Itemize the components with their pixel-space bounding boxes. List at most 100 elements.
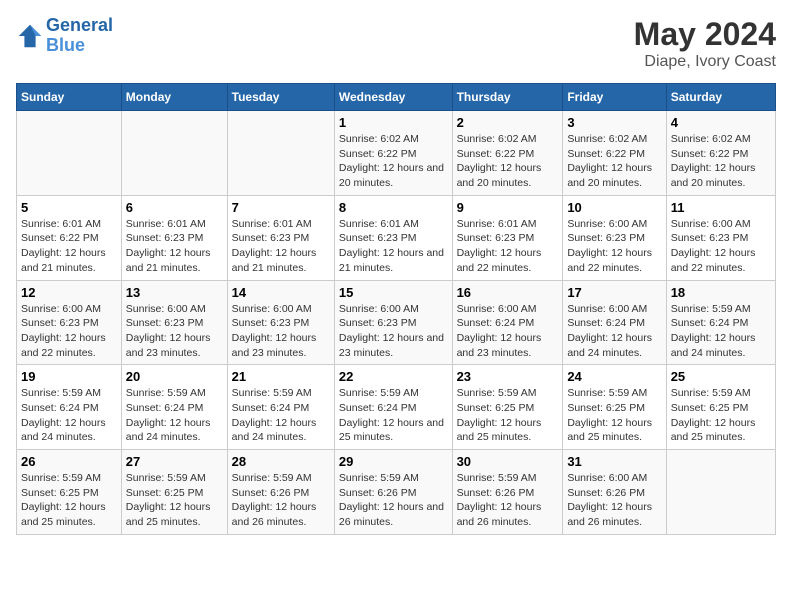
calendar-cell: 16 Sunrise: 6:00 AM Sunset: 6:24 PM Dayl… (452, 280, 563, 365)
day-info: Sunrise: 6:00 AM Sunset: 6:23 PM Dayligh… (339, 302, 448, 361)
calendar-cell: 29 Sunrise: 5:59 AM Sunset: 6:26 PM Dayl… (334, 450, 452, 535)
day-number: 9 (457, 200, 559, 215)
day-number: 15 (339, 285, 448, 300)
sunrise-text: Sunrise: 6:02 AM (567, 133, 647, 145)
sunset-text: Sunset: 6:26 PM (232, 487, 310, 499)
calendar-cell: 5 Sunrise: 6:01 AM Sunset: 6:22 PM Dayli… (17, 195, 122, 280)
sunrise-text: Sunrise: 5:59 AM (339, 472, 419, 484)
calendar-cell: 8 Sunrise: 6:01 AM Sunset: 6:23 PM Dayli… (334, 195, 452, 280)
title-block: May 2024 Diape, Ivory Coast (634, 16, 776, 71)
sunrise-text: Sunrise: 6:01 AM (232, 218, 312, 230)
sunrise-text: Sunrise: 6:02 AM (671, 133, 751, 145)
day-number: 10 (567, 200, 661, 215)
sunrise-text: Sunrise: 6:00 AM (126, 303, 206, 315)
day-number: 14 (232, 285, 330, 300)
sunset-text: Sunset: 6:24 PM (567, 317, 645, 329)
col-monday: Monday (121, 84, 227, 111)
sunrise-text: Sunrise: 5:59 AM (457, 387, 537, 399)
calendar-cell: 23 Sunrise: 5:59 AM Sunset: 6:25 PM Dayl… (452, 365, 563, 450)
sunset-text: Sunset: 6:24 PM (21, 402, 99, 414)
daylight-text: Daylight: 12 hours and 21 minutes. (339, 247, 444, 274)
sunset-text: Sunset: 6:23 PM (567, 232, 645, 244)
logo-text: General Blue (46, 16, 113, 56)
sunset-text: Sunset: 6:22 PM (567, 148, 645, 160)
daylight-text: Daylight: 12 hours and 20 minutes. (567, 162, 652, 189)
day-info: Sunrise: 6:01 AM Sunset: 6:22 PM Dayligh… (21, 217, 117, 276)
daylight-text: Daylight: 12 hours and 23 minutes. (232, 332, 317, 359)
calendar-body: 1 Sunrise: 6:02 AM Sunset: 6:22 PM Dayli… (17, 111, 776, 535)
day-number: 5 (21, 200, 117, 215)
daylight-text: Daylight: 12 hours and 20 minutes. (339, 162, 444, 189)
sunrise-text: Sunrise: 6:02 AM (339, 133, 419, 145)
calendar-cell: 25 Sunrise: 5:59 AM Sunset: 6:25 PM Dayl… (666, 365, 775, 450)
day-info: Sunrise: 6:01 AM Sunset: 6:23 PM Dayligh… (457, 217, 559, 276)
day-info: Sunrise: 6:01 AM Sunset: 6:23 PM Dayligh… (339, 217, 448, 276)
sunset-text: Sunset: 6:23 PM (232, 317, 310, 329)
sunset-text: Sunset: 6:24 PM (232, 402, 310, 414)
col-tuesday: Tuesday (227, 84, 334, 111)
day-info: Sunrise: 6:00 AM Sunset: 6:26 PM Dayligh… (567, 471, 661, 530)
sunset-text: Sunset: 6:25 PM (567, 402, 645, 414)
day-number: 16 (457, 285, 559, 300)
sunset-text: Sunset: 6:26 PM (457, 487, 535, 499)
calendar-week-row: 5 Sunrise: 6:01 AM Sunset: 6:22 PM Dayli… (17, 195, 776, 280)
day-info: Sunrise: 5:59 AM Sunset: 6:25 PM Dayligh… (21, 471, 117, 530)
day-info: Sunrise: 5:59 AM Sunset: 6:24 PM Dayligh… (671, 302, 771, 361)
day-info: Sunrise: 6:00 AM Sunset: 6:24 PM Dayligh… (567, 302, 661, 361)
sunrise-text: Sunrise: 6:00 AM (567, 218, 647, 230)
day-number: 8 (339, 200, 448, 215)
daylight-text: Daylight: 12 hours and 21 minutes. (126, 247, 211, 274)
sunset-text: Sunset: 6:22 PM (457, 148, 535, 160)
calendar-cell: 14 Sunrise: 6:00 AM Sunset: 6:23 PM Dayl… (227, 280, 334, 365)
day-info: Sunrise: 5:59 AM Sunset: 6:24 PM Dayligh… (232, 386, 330, 445)
sunset-text: Sunset: 6:24 PM (457, 317, 535, 329)
daylight-text: Daylight: 12 hours and 25 minutes. (126, 501, 211, 528)
calendar-cell: 21 Sunrise: 5:59 AM Sunset: 6:24 PM Dayl… (227, 365, 334, 450)
sunset-text: Sunset: 6:24 PM (671, 317, 749, 329)
sunrise-text: Sunrise: 5:59 AM (21, 472, 101, 484)
sunset-text: Sunset: 6:23 PM (339, 317, 417, 329)
sunrise-text: Sunrise: 6:00 AM (21, 303, 101, 315)
calendar-cell (121, 111, 227, 196)
calendar-week-row: 19 Sunrise: 5:59 AM Sunset: 6:24 PM Dayl… (17, 365, 776, 450)
day-number: 17 (567, 285, 661, 300)
sunset-text: Sunset: 6:23 PM (126, 317, 204, 329)
calendar-cell: 18 Sunrise: 5:59 AM Sunset: 6:24 PM Dayl… (666, 280, 775, 365)
day-number: 22 (339, 369, 448, 384)
day-number: 19 (21, 369, 117, 384)
col-sunday: Sunday (17, 84, 122, 111)
sunset-text: Sunset: 6:23 PM (339, 232, 417, 244)
day-info: Sunrise: 5:59 AM Sunset: 6:26 PM Dayligh… (339, 471, 448, 530)
day-number: 28 (232, 454, 330, 469)
calendar-cell: 2 Sunrise: 6:02 AM Sunset: 6:22 PM Dayli… (452, 111, 563, 196)
sunset-text: Sunset: 6:25 PM (21, 487, 99, 499)
day-info: Sunrise: 5:59 AM Sunset: 6:26 PM Dayligh… (232, 471, 330, 530)
calendar-cell: 24 Sunrise: 5:59 AM Sunset: 6:25 PM Dayl… (563, 365, 666, 450)
calendar-cell: 9 Sunrise: 6:01 AM Sunset: 6:23 PM Dayli… (452, 195, 563, 280)
day-number: 24 (567, 369, 661, 384)
daylight-text: Daylight: 12 hours and 26 minutes. (457, 501, 542, 528)
daylight-text: Daylight: 12 hours and 26 minutes. (232, 501, 317, 528)
daylight-text: Daylight: 12 hours and 21 minutes. (232, 247, 317, 274)
daylight-text: Daylight: 12 hours and 26 minutes. (339, 501, 444, 528)
calendar-week-row: 12 Sunrise: 6:00 AM Sunset: 6:23 PM Dayl… (17, 280, 776, 365)
daylight-text: Daylight: 12 hours and 25 minutes. (457, 417, 542, 444)
daylight-text: Daylight: 12 hours and 24 minutes. (126, 417, 211, 444)
logo: General Blue (16, 16, 113, 56)
calendar-cell (17, 111, 122, 196)
sunrise-text: Sunrise: 5:59 AM (671, 387, 751, 399)
day-info: Sunrise: 5:59 AM Sunset: 6:25 PM Dayligh… (126, 471, 223, 530)
calendar-cell: 30 Sunrise: 5:59 AM Sunset: 6:26 PM Dayl… (452, 450, 563, 535)
day-info: Sunrise: 6:02 AM Sunset: 6:22 PM Dayligh… (671, 132, 771, 191)
sunrise-text: Sunrise: 5:59 AM (567, 387, 647, 399)
calendar-cell: 7 Sunrise: 6:01 AM Sunset: 6:23 PM Dayli… (227, 195, 334, 280)
day-info: Sunrise: 6:02 AM Sunset: 6:22 PM Dayligh… (567, 132, 661, 191)
sunset-text: Sunset: 6:23 PM (457, 232, 535, 244)
day-info: Sunrise: 5:59 AM Sunset: 6:26 PM Dayligh… (457, 471, 559, 530)
day-number: 13 (126, 285, 223, 300)
sunset-text: Sunset: 6:23 PM (21, 317, 99, 329)
sunrise-text: Sunrise: 6:02 AM (457, 133, 537, 145)
day-number: 31 (567, 454, 661, 469)
day-number: 6 (126, 200, 223, 215)
day-info: Sunrise: 5:59 AM Sunset: 6:24 PM Dayligh… (21, 386, 117, 445)
